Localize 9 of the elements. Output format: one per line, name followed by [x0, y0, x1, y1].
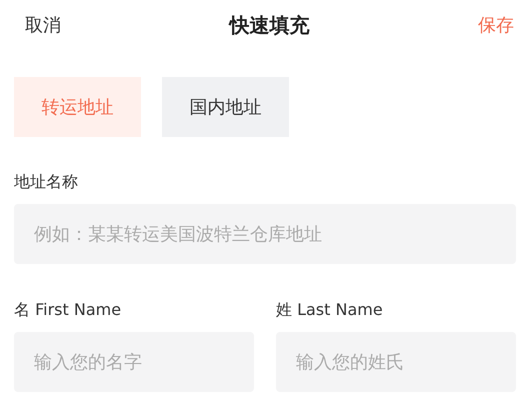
address-type-tab[interactable]: 国内地址	[162, 77, 289, 137]
field-label: 名 First Name	[14, 299, 122, 320]
page-title: 快速填充	[230, 12, 310, 39]
name-field[interactable]: 输入您的姓氏	[276, 332, 516, 392]
name-field[interactable]: 输入您的名字	[14, 332, 254, 392]
address-name-field[interactable]: 例如：某某转运美国波特兰仓库地址	[14, 204, 516, 264]
cancel-button[interactable]: 取消	[25, 12, 61, 38]
field-label: 地址名称	[14, 171, 79, 192]
field-label: 姓 Last Name	[276, 299, 384, 320]
